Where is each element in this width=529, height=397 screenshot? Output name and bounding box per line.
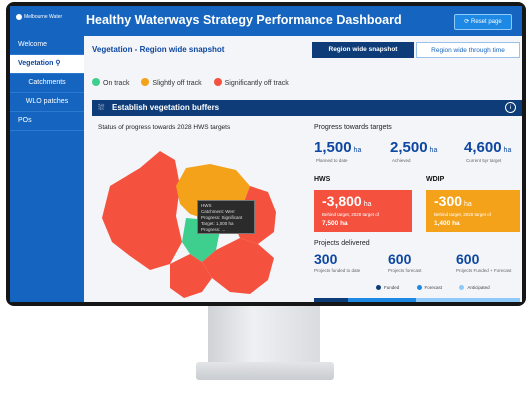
location-pin-icon: ⚲ (55, 60, 61, 67)
map-region-west[interactable] (102, 151, 182, 270)
bar-anticipated (416, 298, 520, 302)
bar-forecast (348, 298, 416, 302)
sidebar-item-catchments[interactable]: Catchments (10, 74, 84, 93)
projects-legend: Funded Forecast Anticipated (376, 285, 506, 290)
wdip-sub: Behind target, 2028 target of (434, 212, 492, 217)
projects-forecast: 600 (388, 251, 412, 267)
legend-significantly-off-track: Significantly off track (213, 78, 289, 87)
info-icon[interactable]: i (505, 102, 516, 113)
red-dot-icon (213, 78, 222, 86)
legend-anticipated: Anticipated (459, 285, 490, 290)
stat-achieved-label: Achieved (392, 158, 411, 163)
screen: Melbourne Water Healthy Waterways Strate… (10, 6, 522, 302)
melbourne-water-logo: Melbourne Water (16, 14, 62, 20)
tab-region-wide-through-time[interactable]: Region wide through time (416, 42, 520, 58)
reset-page-button[interactable]: ⟳ Reset page (454, 14, 512, 30)
stat-target: 4,600 ha (464, 139, 512, 156)
stat-target-label: Current 5yr target (466, 158, 502, 163)
sidebar: Welcome Vegetation ⚲ Catchments WLO patc… (10, 36, 84, 302)
main-panel: Vegetation - Region wide snapshot Region… (84, 36, 522, 302)
legend-funded: Funded (376, 285, 399, 290)
tab-region-wide-snapshot[interactable]: Region wide snapshot (312, 42, 414, 58)
sidebar-item-vegetation[interactable]: Vegetation ⚲ (10, 55, 84, 74)
orange-dot-icon (141, 78, 150, 86)
section-title: Establish vegetation buffers (112, 103, 220, 112)
stat-planned: 1,500 ha (314, 139, 362, 156)
app-title: Healthy Waterways Strategy Performance D… (86, 13, 402, 27)
projects-forecast-label: Projects forecast (388, 268, 422, 273)
legend-slightly-off-track: Slightly off track (141, 78, 202, 87)
top-bar: Melbourne Water Healthy Waterways Strate… (10, 6, 522, 36)
map-tooltip: HWS Catchment: Werr Progress: Significan… (197, 200, 255, 234)
refresh-icon: ⟳ (464, 19, 470, 25)
status-legend: On track Slightly off track Significantl… (92, 78, 299, 87)
projects-funded-label: Projects funded to date (314, 268, 361, 273)
wdip-value: -300 ha (434, 193, 472, 209)
hws-heading: HWS (314, 176, 331, 183)
section-header: ⛆ Establish vegetation buffers i (92, 100, 522, 116)
projects-funded: 300 (314, 251, 338, 267)
sidebar-item-pos[interactable]: POs (10, 112, 84, 131)
progress-title: Progress towards targets (314, 124, 392, 131)
wdip-heading: WDIP (426, 176, 445, 183)
wdip-target: 1,400 ha (434, 220, 460, 227)
monitor-stand (208, 306, 320, 364)
monitor-base (196, 362, 334, 380)
projects-total: 600 (456, 251, 480, 267)
hws-card: -3,800 ha Behind target, 2028 target of 7… (314, 190, 412, 232)
buffer-icon: ⛆ (98, 103, 105, 112)
bar-funded (314, 298, 348, 302)
legend-on-track: On track (92, 78, 129, 87)
green-dot-icon (92, 78, 100, 86)
monitor-bezel: Melbourne Water Healthy Waterways Strate… (6, 2, 526, 306)
sidebar-item-wlo-patches[interactable]: WLO patches (10, 93, 84, 112)
hws-sub: Behind target, 2028 target of (322, 212, 380, 217)
sidebar-item-welcome[interactable]: Welcome (10, 36, 84, 55)
logo-icon (16, 14, 22, 20)
stat-planned-label: Planned to date (316, 158, 348, 163)
projects-total-label: Projects Funded + Forecast (456, 268, 512, 273)
projects-title: Projects delivered (314, 240, 370, 247)
hws-value: -3,800 ha (322, 193, 372, 209)
legend-forecast: Forecast (416, 285, 442, 290)
hws-target: 7,500 ha (322, 220, 348, 227)
page-subheading: Vegetation - Region wide snapshot (92, 45, 225, 54)
stat-achieved: 2,500 ha (390, 139, 438, 156)
projects-bar (314, 298, 520, 302)
map-title: Status of progress towards 2028 HWS targ… (98, 124, 231, 131)
wdip-card: -300 ha Behind target, 2028 target of 1,4… (426, 190, 520, 232)
